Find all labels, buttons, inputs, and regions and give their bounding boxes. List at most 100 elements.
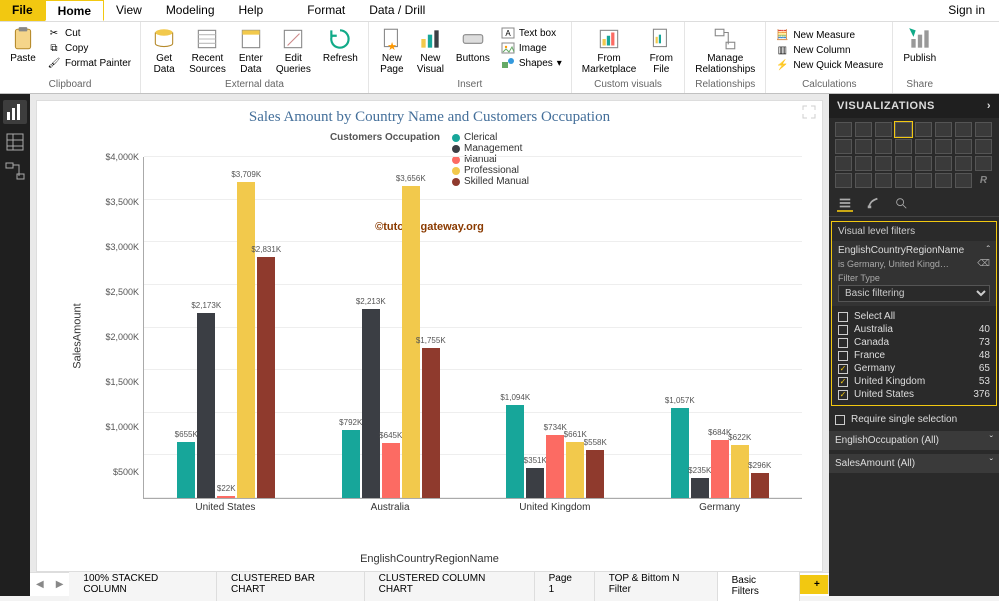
cut-button[interactable]: ✂Cut [44, 26, 134, 40]
textbox-button[interactable]: AText box [498, 26, 565, 40]
filter-item[interactable]: France48 [838, 349, 990, 362]
focus-mode-icon[interactable] [802, 105, 816, 119]
from-marketplace-button[interactable]: From Marketplace [578, 24, 640, 77]
bar[interactable]: $661K [566, 442, 584, 498]
bar[interactable]: $684K [711, 440, 729, 498]
viz-type-button[interactable] [875, 122, 892, 137]
bar[interactable]: $734K [546, 435, 564, 498]
viz-type-button[interactable] [835, 122, 852, 137]
viz-type-button[interactable] [975, 122, 992, 137]
menu-data-drill[interactable]: Data / Drill [357, 0, 437, 21]
eraser-icon[interactable]: ⌫ [977, 258, 990, 269]
filter-checkbox[interactable] [838, 351, 848, 361]
new-column-button[interactable]: ▥New Column [772, 43, 886, 57]
filter-item[interactable]: United Kingdom53 [838, 375, 990, 388]
bar[interactable]: $3,709K [237, 182, 255, 498]
filter-checkbox[interactable] [838, 364, 848, 374]
filter-item[interactable]: Germany65 [838, 362, 990, 375]
bar[interactable]: $2,213K [362, 309, 380, 498]
publish-button[interactable]: Publish [899, 24, 940, 66]
bar[interactable]: $2,173K [197, 313, 215, 498]
filter-item[interactable]: Australia40 [838, 323, 990, 336]
viz-type-button[interactable] [915, 173, 932, 188]
viz-type-button[interactable] [975, 156, 992, 171]
menu-help[interactable]: Help [227, 0, 276, 21]
legend-item[interactable]: Clerical [452, 132, 529, 143]
format-tab[interactable] [865, 196, 881, 212]
edit-queries-button[interactable]: Edit Queries [272, 24, 315, 77]
report-canvas[interactable]: Sales Amount by Country Name and Custome… [36, 100, 823, 572]
model-view-button[interactable] [3, 160, 27, 184]
image-button[interactable]: Image [498, 41, 565, 55]
bar[interactable]: $235K [691, 478, 709, 498]
legend-item[interactable]: Management [452, 143, 529, 154]
bar[interactable]: $622K [731, 445, 749, 498]
filter-checkbox[interactable] [838, 325, 848, 335]
bar[interactable]: $1,094K [506, 405, 524, 498]
viz-type-button[interactable] [835, 156, 852, 171]
visualizations-header[interactable]: VISUALIZATIONS › [829, 94, 999, 118]
new-quick-measure-button[interactable]: ⚡New Quick Measure [772, 58, 886, 72]
paste-button[interactable]: Paste [6, 24, 40, 66]
viz-type-button[interactable] [955, 156, 972, 171]
recent-sources-button[interactable]: Recent Sources [185, 24, 230, 77]
data-view-button[interactable] [3, 130, 27, 154]
bar[interactable]: $351K [526, 468, 544, 498]
filter-checkbox[interactable] [838, 338, 848, 348]
new-page-button[interactable]: ★New Page [375, 24, 409, 77]
viz-type-button[interactable] [935, 173, 952, 188]
viz-type-button[interactable] [895, 122, 912, 137]
sign-in-link[interactable]: Sign in [934, 0, 999, 21]
viz-type-button[interactable] [915, 156, 932, 171]
filter-item[interactable]: Select All [838, 310, 990, 323]
bar[interactable]: $645K [382, 443, 400, 498]
enter-data-button[interactable]: Enter Data [234, 24, 268, 77]
filter-checkbox[interactable] [838, 390, 848, 400]
menu-modeling[interactable]: Modeling [154, 0, 227, 21]
viz-type-r-button[interactable]: R [975, 173, 992, 188]
filter-bucket-sales[interactable]: SalesAmount (All)ˇ [829, 454, 999, 473]
bar[interactable]: $296K [751, 473, 769, 498]
viz-type-button[interactable] [955, 173, 972, 188]
menu-view[interactable]: View [104, 0, 154, 21]
chevron-up-icon[interactable]: ˆ [987, 245, 990, 256]
filter-card-country[interactable]: EnglishCountryRegionName ˆ is Germany, U… [832, 241, 996, 306]
filter-item[interactable]: United States376 [838, 388, 990, 401]
viz-type-button[interactable] [875, 139, 892, 154]
menu-file[interactable]: File [0, 0, 45, 21]
viz-type-button[interactable] [895, 156, 912, 171]
get-data-button[interactable]: Get Data [147, 24, 181, 77]
bar[interactable]: $22K [217, 496, 235, 498]
fields-tab[interactable] [837, 196, 853, 212]
viz-type-button[interactable] [955, 139, 972, 154]
viz-type-button[interactable] [855, 139, 872, 154]
buttons-button[interactable]: Buttons [452, 24, 494, 66]
copy-button[interactable]: ⧉Copy [44, 41, 134, 55]
bar[interactable]: $792K [342, 430, 360, 498]
filter-type-select[interactable]: Basic filtering [838, 285, 990, 302]
require-single-checkbox[interactable] [835, 415, 845, 425]
bar[interactable]: $558K [586, 450, 604, 498]
viz-type-button[interactable] [895, 139, 912, 154]
page-tab-next[interactable]: ▶ [50, 579, 70, 590]
viz-type-button[interactable] [895, 173, 912, 188]
require-single-selection-row[interactable]: Require single selection [829, 410, 999, 429]
bar[interactable]: $1,755K [422, 348, 440, 498]
refresh-button[interactable]: Refresh [319, 24, 362, 66]
viz-type-button[interactable] [975, 139, 992, 154]
filter-checkbox[interactable] [838, 312, 848, 322]
viz-type-button[interactable] [955, 122, 972, 137]
viz-type-button[interactable] [935, 139, 952, 154]
new-measure-button[interactable]: 🧮New Measure [772, 28, 886, 42]
viz-type-button[interactable] [855, 156, 872, 171]
menu-home[interactable]: Home [45, 0, 104, 21]
filter-item[interactable]: Canada73 [838, 336, 990, 349]
shapes-button[interactable]: Shapes ▾ [498, 56, 565, 70]
manage-relationships-button[interactable]: Manage Relationships [691, 24, 759, 77]
viz-type-button[interactable] [835, 139, 852, 154]
new-visual-button[interactable]: New Visual [413, 24, 448, 77]
from-file-button[interactable]: From File [644, 24, 678, 77]
viz-type-button[interactable] [935, 122, 952, 137]
viz-type-button[interactable] [915, 122, 932, 137]
viz-type-button[interactable] [875, 156, 892, 171]
